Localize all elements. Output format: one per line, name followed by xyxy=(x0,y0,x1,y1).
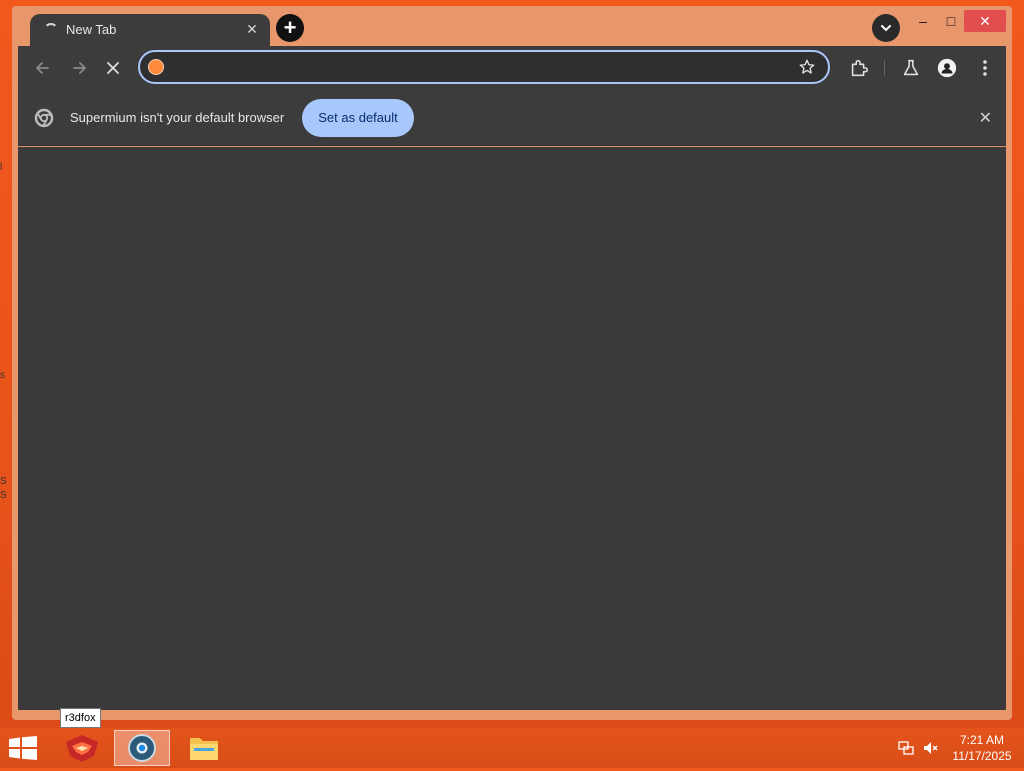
minimize-button[interactable]: – xyxy=(908,10,938,32)
desktop-edge-glyph: l xyxy=(0,162,3,173)
bookmark-star-icon[interactable] xyxy=(798,58,816,81)
clock-time: 7:21 AM xyxy=(959,733,1005,747)
back-button[interactable] xyxy=(32,57,54,79)
tab-new-tab[interactable]: New Tab ✕ xyxy=(30,14,270,48)
start-button[interactable] xyxy=(8,736,38,765)
arrow-right-icon xyxy=(73,62,86,74)
extensions-button[interactable] xyxy=(848,57,870,79)
desktop-edge-glyph: s xyxy=(0,370,5,381)
taskbar-app-supermium[interactable] xyxy=(114,730,170,766)
menu-button[interactable] xyxy=(974,57,996,79)
r3dfox-icon xyxy=(66,735,98,762)
browser-window: New Tab ✕ + – □ ✕ Supermium isn't your d… xyxy=(12,6,1012,720)
chromium-logo-icon xyxy=(34,108,54,133)
toolbar-separator xyxy=(884,60,885,76)
infobar-message: Supermium isn't your default browser xyxy=(70,110,285,125)
avatar-icon xyxy=(937,58,957,78)
stop-icon xyxy=(107,62,119,74)
chevron-down-icon xyxy=(881,25,891,32)
tab-close-icon[interactable]: ✕ xyxy=(242,19,262,39)
default-browser-infobar: Supermium isn't your default browser Set… xyxy=(18,90,1006,146)
kebab-menu-icon xyxy=(983,60,987,76)
windows-logo-icon xyxy=(9,736,37,760)
new-tab-button[interactable]: + xyxy=(276,14,304,42)
taskbar-tooltip: r3dfox xyxy=(60,708,101,728)
taskbar-clock[interactable]: 7:21 AM 11/17/2025 xyxy=(944,732,1020,764)
network-icon[interactable] xyxy=(898,740,914,761)
forward-button[interactable] xyxy=(68,57,90,79)
profile-button[interactable] xyxy=(936,57,958,79)
maximize-button[interactable]: □ xyxy=(936,10,966,32)
address-bar[interactable] xyxy=(138,50,830,84)
browser-toolbar xyxy=(18,46,1006,90)
window-close-button[interactable]: ✕ xyxy=(964,10,1006,32)
folder-icon xyxy=(190,738,218,760)
infobar-close-icon[interactable]: ✕ xyxy=(979,108,992,128)
clock-date: 11/17/2025 xyxy=(952,749,1012,763)
puzzle-icon xyxy=(851,59,869,77)
supermium-icon xyxy=(128,734,156,762)
arrow-left-icon xyxy=(36,62,49,74)
tab-strip: New Tab ✕ + – □ ✕ xyxy=(12,6,1012,48)
desktop-edge-glyph: S xyxy=(0,476,7,487)
tab-search-button[interactable] xyxy=(872,14,900,42)
taskbar-app-r3dfox[interactable] xyxy=(54,730,110,766)
set-as-default-button[interactable]: Set as default xyxy=(302,99,414,137)
desktop-edge-glyph: S xyxy=(0,490,7,501)
site-info-icon[interactable] xyxy=(148,59,164,75)
address-input[interactable] xyxy=(172,56,786,80)
taskbar: 7:21 AM 11/17/2025 xyxy=(0,728,1024,768)
tab-title: New Tab xyxy=(66,22,117,37)
flask-icon xyxy=(903,59,919,76)
taskbar-app-file-explorer[interactable] xyxy=(176,730,232,766)
labs-button[interactable] xyxy=(900,57,922,79)
stop-loading-button[interactable] xyxy=(102,57,124,79)
page-content[interactable] xyxy=(18,147,1006,710)
loading-spinner-icon xyxy=(44,23,58,37)
volume-muted-icon[interactable] xyxy=(922,740,938,761)
